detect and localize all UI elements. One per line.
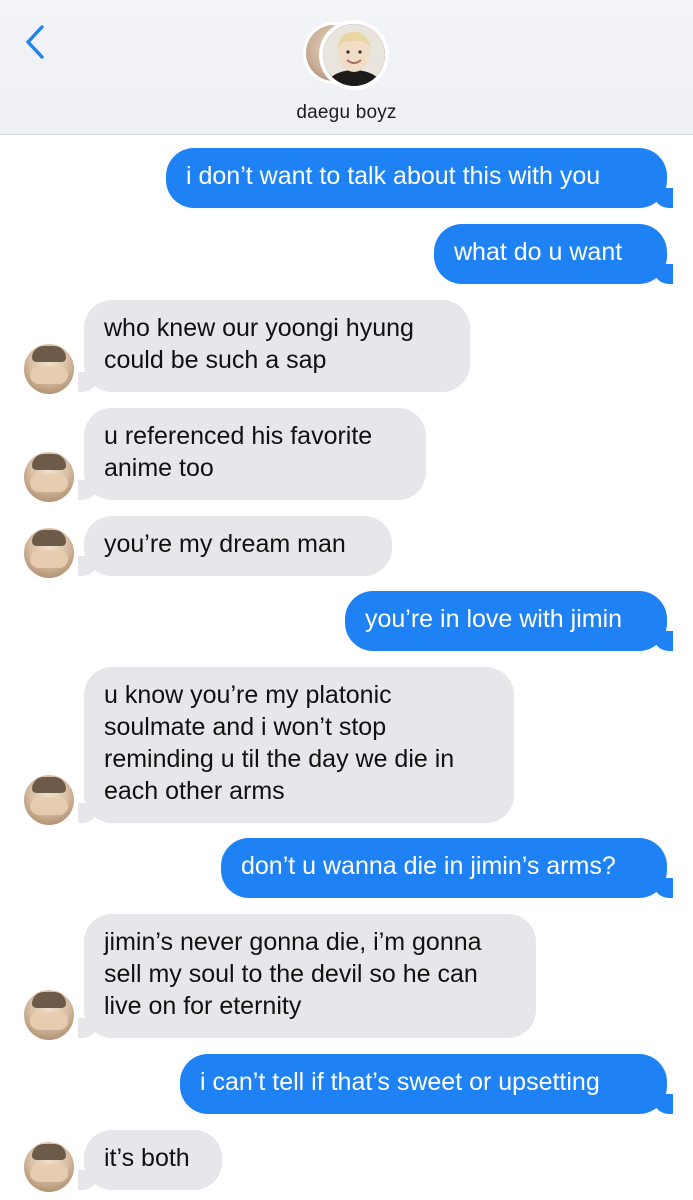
received-message-bubble[interactable]: u referenced his favorite anime too <box>78 408 426 500</box>
sent-message-bubble[interactable]: don’t u wanna die in jimin’s arms? <box>221 838 673 898</box>
received-message-bubble[interactable]: u know you’re my platonic soulmate and i… <box>78 667 514 823</box>
received-message-bubble[interactable]: it’s both <box>78 1130 222 1190</box>
sent-message-bubble[interactable]: what do u want <box>434 224 673 284</box>
avatar-photo <box>323 24 385 86</box>
received-message-bubble[interactable]: who knew our yoongi hyung could be such … <box>78 300 470 392</box>
contact-avatar[interactable] <box>24 452 74 502</box>
sent-message-bubble[interactable]: you’re in love with jimin <box>345 591 673 651</box>
chevron-left-icon <box>26 25 44 59</box>
back-button[interactable] <box>18 22 52 62</box>
conversation-title[interactable]: daegu boyz <box>0 102 693 124</box>
received-message-bubble[interactable]: you’re my dream man <box>78 516 392 576</box>
group-member-avatar <box>319 20 389 90</box>
received-message-bubble[interactable]: jimin’s never gonna die, i’m gonna sell … <box>78 914 536 1038</box>
messages-screen: daegu boyz i don’t want to talk about th… <box>0 0 693 1200</box>
sent-message-bubble[interactable]: i can’t tell if that’s sweet or upsettin… <box>180 1054 673 1114</box>
sent-message-bubble[interactable]: i don’t want to talk about this with you <box>166 148 673 208</box>
contact-avatar[interactable] <box>24 1142 74 1192</box>
contact-avatar[interactable] <box>24 344 74 394</box>
contact-avatar[interactable] <box>24 528 74 578</box>
contact-avatar[interactable] <box>24 775 74 825</box>
group-avatar[interactable] <box>303 20 393 92</box>
contact-avatar[interactable] <box>24 990 74 1040</box>
conversation-header: daegu boyz <box>0 0 693 135</box>
